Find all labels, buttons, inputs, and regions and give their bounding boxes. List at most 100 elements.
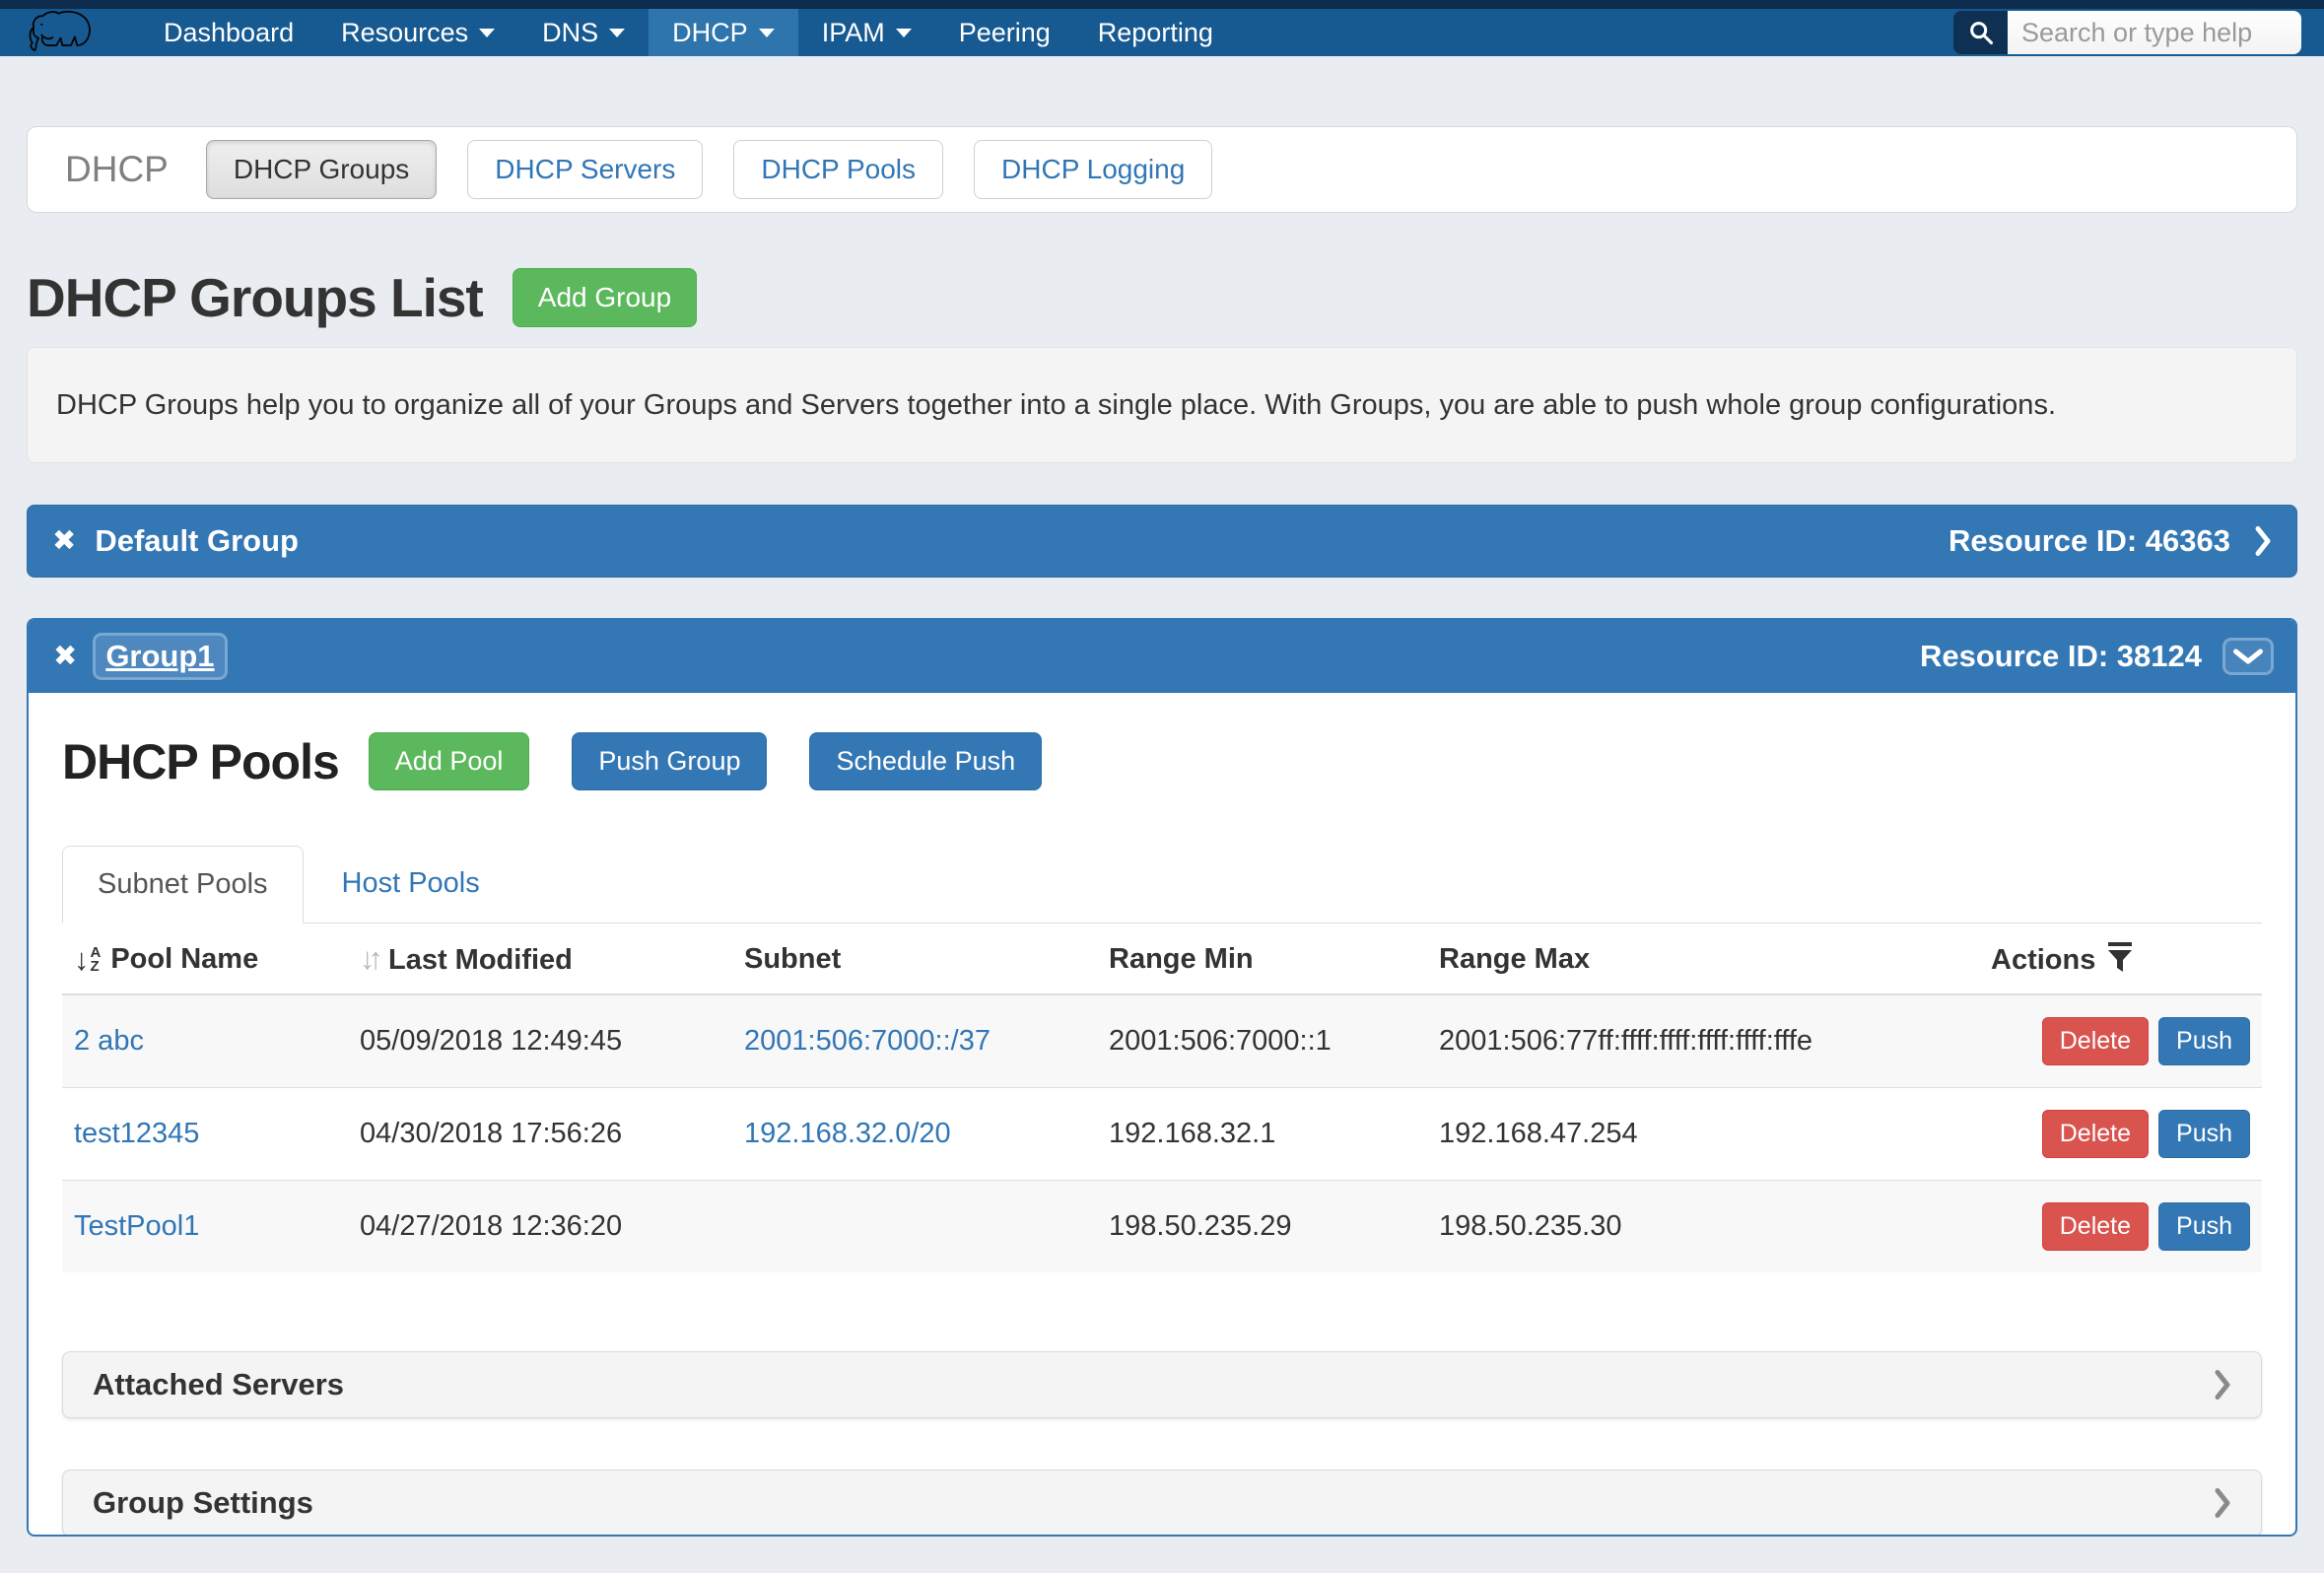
chevron-right-icon — [2214, 1488, 2231, 1518]
nav-item-label: IPAM — [822, 18, 885, 48]
panel-label: Attached Servers — [93, 1367, 344, 1402]
subnet-link[interactable]: 2001:506:7000::/37 — [744, 1025, 991, 1057]
column-header-subnet: Subnet — [732, 923, 1097, 994]
table-row: TestPool1 04/27/2018 12:36:20 198.50.235… — [62, 1181, 2262, 1273]
page-header: DHCP Groups List Add Group — [27, 266, 2297, 329]
panel-label: Group Settings — [93, 1485, 313, 1521]
search-icon — [1967, 19, 1995, 46]
nav-item-label: Dashboard — [164, 18, 294, 48]
add-pool-button[interactable]: Add Pool — [369, 732, 530, 790]
last-modified-cell: 04/30/2018 17:56:26 — [348, 1088, 732, 1181]
column-header-range-max: Range Max — [1427, 923, 1979, 994]
subnet-pools-table: ↓AZPool Name ↓↑Last Modified Subnet Rang… — [62, 923, 2262, 1272]
search-button[interactable] — [1953, 11, 2008, 54]
subnet-link[interactable]: 192.168.32.0/20 — [744, 1118, 951, 1149]
chevron-down-icon[interactable] — [2225, 641, 2271, 672]
delete-button[interactable]: Delete — [2042, 1202, 2149, 1251]
push-button[interactable]: Push — [2158, 1017, 2250, 1065]
remove-group-icon[interactable]: ✖ — [52, 527, 76, 556]
tab-host-pools[interactable]: Host Pools — [308, 846, 514, 923]
nav-item-dhcp[interactable]: DHCP — [649, 9, 798, 56]
resource-id-label: Resource ID: 38124 — [1920, 639, 2202, 674]
page-title: DHCP Groups List — [27, 266, 483, 329]
nav-item-peering[interactable]: Peering — [935, 9, 1074, 56]
actions-cell: DeletePush — [1979, 994, 2262, 1088]
module-tab-dhcp-groups[interactable]: DHCP Groups — [206, 140, 437, 199]
push-button[interactable]: Push — [2158, 1110, 2250, 1158]
nav-item-label: DNS — [542, 18, 598, 48]
range-min-cell: 2001:506:7000::1 — [1097, 994, 1427, 1088]
page-description-panel: DHCP Groups help you to organize all of … — [27, 347, 2297, 463]
caret-down-icon — [759, 29, 775, 37]
dhcp-groups-page: Dashboard Resources DNS DHCP IPAM Peerin… — [0, 0, 2324, 1537]
last-modified-cell: 04/27/2018 12:36:20 — [348, 1181, 732, 1273]
range-max-cell: 192.168.47.254 — [1427, 1088, 1979, 1181]
column-header-range-min: Range Min — [1097, 923, 1427, 994]
push-button[interactable]: Push — [2158, 1202, 2250, 1251]
nav-item-label: Peering — [959, 18, 1051, 48]
column-header-actions: Actions — [1979, 923, 2262, 994]
group1-content: DHCP Pools Add Pool Push Group Schedule … — [29, 732, 2295, 1537]
module-tab-dhcp-servers[interactable]: DHCP Servers — [467, 140, 703, 199]
pool-name-link[interactable]: TestPool1 — [74, 1210, 199, 1242]
pool-name-link[interactable]: 2 abc — [74, 1025, 144, 1057]
actions-cell: DeletePush — [1979, 1181, 2262, 1273]
main-navbar: Dashboard Resources DNS DHCP IPAM Peerin… — [0, 9, 2324, 56]
actions-cell: DeletePush — [1979, 1088, 2262, 1181]
search-input[interactable] — [2008, 11, 2301, 54]
range-max-cell: 2001:506:77ff:ffff:ffff:ffff:ffff:fffe — [1427, 994, 1979, 1088]
pool-name-link[interactable]: test12345 — [74, 1118, 199, 1149]
sort-az-icon: ↓AZ — [74, 944, 101, 975]
caret-down-icon — [609, 29, 625, 37]
module-tab-dhcp-pools[interactable]: DHCP Pools — [733, 140, 943, 199]
nav-item-label: Resources — [341, 18, 468, 48]
delete-button[interactable]: Delete — [2042, 1017, 2149, 1065]
pool-name-cell: 2 abc — [62, 994, 348, 1088]
resource-id-label: Resource ID: 46363 — [1948, 523, 2230, 559]
nav-item-reporting[interactable]: Reporting — [1074, 9, 1237, 56]
delete-button[interactable]: Delete — [2042, 1110, 2149, 1158]
filter-funnel-icon[interactable] — [2107, 942, 2133, 972]
sort-updown-icon: ↓↑ — [360, 941, 376, 976]
nav-item-label: Reporting — [1098, 18, 1213, 48]
caret-down-icon — [479, 29, 495, 37]
main-nav: Dashboard Resources DNS DHCP IPAM Peerin… — [140, 9, 1237, 56]
range-max-cell: 198.50.235.30 — [1427, 1181, 1979, 1273]
dhcp-pools-header: DHCP Pools Add Pool Push Group Schedule … — [62, 732, 2262, 790]
nav-item-dns[interactable]: DNS — [518, 9, 649, 56]
page-description-text: DHCP Groups help you to organize all of … — [56, 389, 2056, 422]
chevron-right-icon[interactable] — [2254, 526, 2272, 556]
group-row-right: Resource ID: 46363 — [1948, 523, 2272, 559]
dhcp-module-nav: DHCP DHCP Groups DHCP Servers DHCP Pools… — [27, 126, 2297, 213]
remove-group-icon[interactable]: ✖ — [53, 643, 77, 671]
top-strip — [0, 0, 2324, 9]
nav-item-resources[interactable]: Resources — [317, 9, 518, 56]
add-group-button[interactable]: Add Group — [513, 268, 697, 327]
group-row-left: ✖ Group1 — [53, 636, 225, 677]
chevron-right-icon — [2214, 1370, 2231, 1400]
mammoth-logo-icon[interactable] — [24, 9, 103, 56]
group-panel-group1: ✖ Group1 Resource ID: 38124 DHCP Pools A… — [27, 618, 2297, 1537]
global-search — [1953, 11, 2301, 54]
caret-down-icon — [896, 29, 912, 37]
table-header-row: ↓AZPool Name ↓↑Last Modified Subnet Rang… — [62, 923, 2262, 994]
push-group-button[interactable]: Push Group — [572, 732, 767, 790]
range-min-cell: 198.50.235.29 — [1097, 1181, 1427, 1273]
column-header-pool-name[interactable]: ↓AZPool Name — [62, 923, 348, 994]
nav-item-dashboard[interactable]: Dashboard — [140, 9, 317, 56]
nav-item-ipam[interactable]: IPAM — [798, 9, 935, 56]
nav-item-label: DHCP — [672, 18, 748, 48]
attached-servers-panel[interactable]: Attached Servers — [62, 1351, 2262, 1418]
module-label: DHCP — [65, 149, 169, 190]
subnet-cell: 2001:506:7000::/37 — [732, 994, 1097, 1088]
group-row-right: Resource ID: 38124 — [1920, 639, 2271, 674]
group-name-link[interactable]: Group1 — [96, 636, 224, 677]
schedule-push-button[interactable]: Schedule Push — [809, 732, 1042, 790]
column-header-last-modified[interactable]: ↓↑Last Modified — [348, 923, 732, 994]
tab-subnet-pools[interactable]: Subnet Pools — [62, 846, 304, 923]
group-settings-panel[interactable]: Group Settings — [62, 1470, 2262, 1537]
group-row-group1[interactable]: ✖ Group1 Resource ID: 38124 — [29, 620, 2295, 693]
module-tab-dhcp-logging[interactable]: DHCP Logging — [974, 140, 1212, 199]
subnet-cell: 192.168.32.0/20 — [732, 1088, 1097, 1181]
group-row-default-group[interactable]: ✖ Default Group Resource ID: 46363 — [27, 505, 2297, 578]
